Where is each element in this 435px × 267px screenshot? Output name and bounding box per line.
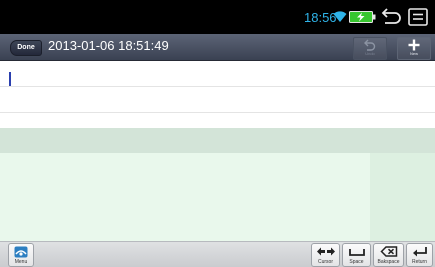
note-editor[interactable] <box>0 61 435 127</box>
backspace-icon <box>379 246 397 257</box>
menu-button[interactable]: Menu <box>8 243 34 267</box>
new-label: New <box>409 51 418 56</box>
menu-icon[interactable] <box>407 7 429 27</box>
note-title: 2013-01-06 18:51:49 <box>48 38 169 53</box>
keyboard-side-panel[interactable] <box>370 153 435 241</box>
suggestion-bar <box>0 128 435 153</box>
done-button[interactable]: Done <box>10 40 42 56</box>
back-icon[interactable] <box>380 7 402 27</box>
new-button[interactable]: New <box>397 37 431 60</box>
space-button[interactable]: Space <box>342 243 371 267</box>
menu-label: Menu <box>14 259 28 265</box>
editor-line <box>0 112 435 113</box>
screen: 18:56 Done 2013-01-06 18:51:49 Undo New … <box>0 0 435 267</box>
return-button[interactable]: Return <box>406 243 433 267</box>
plus-icon <box>408 39 420 51</box>
editor-line <box>0 86 435 87</box>
battery-charging-icon <box>349 11 376 23</box>
backspace-button[interactable]: Bakspace <box>373 243 404 267</box>
space-label: Space <box>349 259 364 265</box>
app-menu-icon <box>14 246 28 258</box>
return-icon <box>412 247 427 257</box>
return-label: Return <box>411 259 427 265</box>
cursor-label: Cursor <box>317 259 333 265</box>
space-icon <box>348 249 365 256</box>
keyboard-area[interactable] <box>0 153 435 241</box>
undo-icon <box>364 39 376 51</box>
wifi-icon <box>333 11 347 22</box>
title-bar: Done 2013-01-06 18:51:49 Undo New <box>0 34 435 61</box>
cursor-arrows-icon <box>316 247 335 256</box>
status-time: 18:56 <box>304 10 337 25</box>
status-bar: 18:56 <box>0 0 435 34</box>
undo-label: Undo <box>365 51 375 56</box>
undo-button[interactable]: Undo <box>353 37 387 60</box>
bottom-toolbar: Menu Cursor Space Bakspace Return <box>0 241 435 267</box>
text-cursor <box>9 72 11 87</box>
backspace-label: Bakspace <box>377 259 400 265</box>
cursor-button[interactable]: Cursor <box>311 243 340 267</box>
